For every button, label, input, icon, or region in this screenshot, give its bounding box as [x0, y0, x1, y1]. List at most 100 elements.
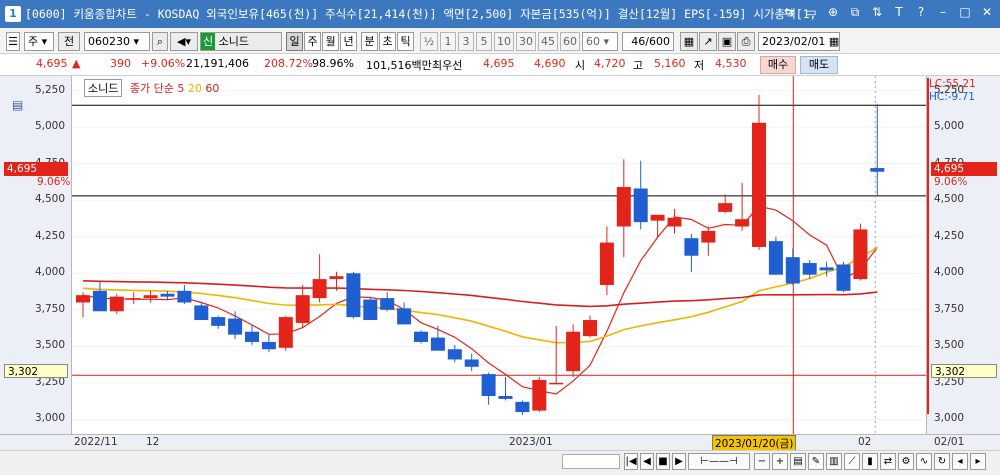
window-controls: ⇆ ▭ ⊕ ⧉ ⇅ T ? – □ ✕	[782, 5, 994, 20]
zoom-slider[interactable]: ⊢——⊣	[688, 453, 750, 470]
interval-3[interactable]: 3	[458, 32, 474, 51]
interval-1[interactable]: 1	[440, 32, 456, 51]
horizontal-scrollbar[interactable]	[562, 454, 620, 469]
y-tick-label: 3,500	[934, 339, 965, 352]
interval-select[interactable]: 60 ▾	[582, 32, 618, 51]
candle-body	[312, 279, 327, 299]
collapse-icon[interactable]: ◂	[952, 453, 968, 470]
candle-body	[278, 317, 293, 348]
candle-icon[interactable]: ▮	[862, 453, 878, 470]
candle-body	[650, 214, 665, 221]
save-icon[interactable]: ▣	[718, 32, 736, 51]
right-price-tag: 4,695	[931, 162, 997, 176]
candle-body	[768, 241, 783, 275]
layout-icon[interactable]: ▤	[790, 453, 806, 470]
right-volume-bar-red	[927, 78, 929, 414]
minimize-icon[interactable]: –	[936, 5, 950, 20]
table-icon[interactable]: ▤	[12, 98, 23, 112]
scroll-next-icon[interactable]: ▶	[672, 453, 686, 470]
legend-ma20: 20	[187, 82, 202, 95]
search-icon[interactable]: ⌕	[152, 32, 168, 51]
compare-icon[interactable]: ⇄	[880, 453, 896, 470]
count-input[interactable]: 46/600	[622, 32, 674, 51]
y-tick-label: 5,250	[934, 83, 965, 96]
indicator-icon[interactable]: ∿	[916, 453, 932, 470]
chart-legend: 소니드 종가 단순 5 20 60	[84, 79, 219, 97]
stock-code-input[interactable]: 060230 ▾	[84, 32, 150, 51]
candle-body	[76, 295, 90, 303]
candle-body	[481, 374, 496, 397]
restore-icon[interactable]: ▭	[804, 5, 818, 20]
speaker-icon[interactable]: ◀▾	[170, 32, 198, 51]
stop-icon[interactable]: ■	[656, 453, 670, 470]
chart-area[interactable]: ▤ 5,2505,0004,7504,5004,2504,0003,7503,5…	[0, 76, 1000, 452]
x-label-2023-01: 2023/01	[509, 436, 553, 448]
period-second[interactable]: 초	[379, 32, 396, 51]
count-value: 46	[631, 35, 646, 48]
change-arrow: ▲	[72, 57, 81, 70]
date-input[interactable]: 2023/02/01 ▦	[758, 32, 840, 51]
candle-body	[414, 331, 428, 342]
interval-10[interactable]: 10	[494, 32, 514, 51]
interval-5[interactable]: 5	[476, 32, 492, 51]
sort-icon[interactable]: ⇅	[870, 5, 884, 20]
fraction-button[interactable]: ½	[420, 32, 438, 51]
refresh-icon[interactable]: ↻	[934, 453, 950, 470]
legend-ma60: 60	[205, 82, 220, 95]
buy-button[interactable]: 매수	[760, 56, 796, 74]
candle-body	[211, 317, 226, 326]
menu-icon[interactable]: ☰	[6, 32, 20, 51]
volume: 21,191,406	[186, 57, 249, 70]
candle-body	[498, 396, 513, 399]
period-year[interactable]: 년	[340, 32, 357, 51]
scroll-prev-icon[interactable]: ◀	[640, 453, 654, 470]
chart-toolbar: ☰ 주 ▾ 전 060230 ▾ ⌕ ◀▾ 신 소니드 일 주 월 년 분 초 …	[0, 28, 1000, 54]
expand-icon[interactable]: ▸	[970, 453, 986, 470]
bar-chart-icon[interactable]: ▥	[826, 453, 842, 470]
settings-icon[interactable]: ⚙	[898, 453, 914, 470]
line-chart-icon[interactable]: ⟋	[844, 453, 860, 470]
minimize-all-icon[interactable]: ⇆	[782, 5, 796, 20]
tile-icon[interactable]: ⧉	[848, 5, 862, 20]
period-week[interactable]: 주	[304, 32, 321, 51]
close-icon[interactable]: ✕	[980, 5, 994, 20]
left-price-tag: 4,695	[4, 162, 68, 176]
y-tick-label: 4,500	[934, 193, 965, 206]
interval-45[interactable]: 45	[538, 32, 558, 51]
maximize-icon[interactable]: □	[958, 5, 972, 20]
candle-body	[177, 290, 192, 303]
candle-body	[819, 267, 834, 271]
grid-icon[interactable]: ▦	[680, 32, 698, 51]
candle-body	[261, 341, 276, 350]
zoom-out-icon[interactable]: −	[754, 453, 770, 470]
interval-60[interactable]: 60	[560, 32, 580, 51]
candle-body	[447, 349, 462, 360]
candle-body	[718, 203, 733, 212]
candle-body	[735, 219, 750, 227]
zoom-in-icon[interactable]: +	[772, 453, 788, 470]
line-tool-icon[interactable]: ↗	[699, 32, 717, 51]
period-type-select[interactable]: 주 ▾	[24, 32, 54, 51]
stock-name-field[interactable]: 신 소니드	[200, 32, 282, 51]
candlestick-chart[interactable]	[72, 76, 926, 434]
scroll-first-icon[interactable]: |◀	[624, 453, 638, 470]
legend-stock-name[interactable]: 소니드	[84, 79, 123, 97]
interval-30[interactable]: 30	[516, 32, 536, 51]
rate: 98.96%	[312, 57, 354, 70]
sell-button[interactable]: 매도	[800, 56, 838, 74]
prev-button[interactable]: 전	[58, 32, 80, 51]
candle-body	[853, 229, 868, 280]
draw-tool-icon[interactable]: ✎	[808, 453, 824, 470]
y-tick-label: 4,250	[934, 229, 965, 242]
period-month[interactable]: 월	[322, 32, 339, 51]
period-tick[interactable]: 틱	[397, 32, 414, 51]
period-minute[interactable]: 분	[361, 32, 378, 51]
help-icon[interactable]: ?	[914, 5, 928, 20]
link-icon[interactable]: ⊕	[826, 5, 840, 20]
text-icon[interactable]: T	[892, 5, 906, 20]
candle-body	[109, 296, 124, 312]
print-icon[interactable]: ⎙	[737, 32, 755, 51]
period-day[interactable]: 일	[286, 32, 303, 51]
open-label: 시	[575, 59, 586, 72]
y-tick-label: 4,500	[34, 193, 65, 206]
